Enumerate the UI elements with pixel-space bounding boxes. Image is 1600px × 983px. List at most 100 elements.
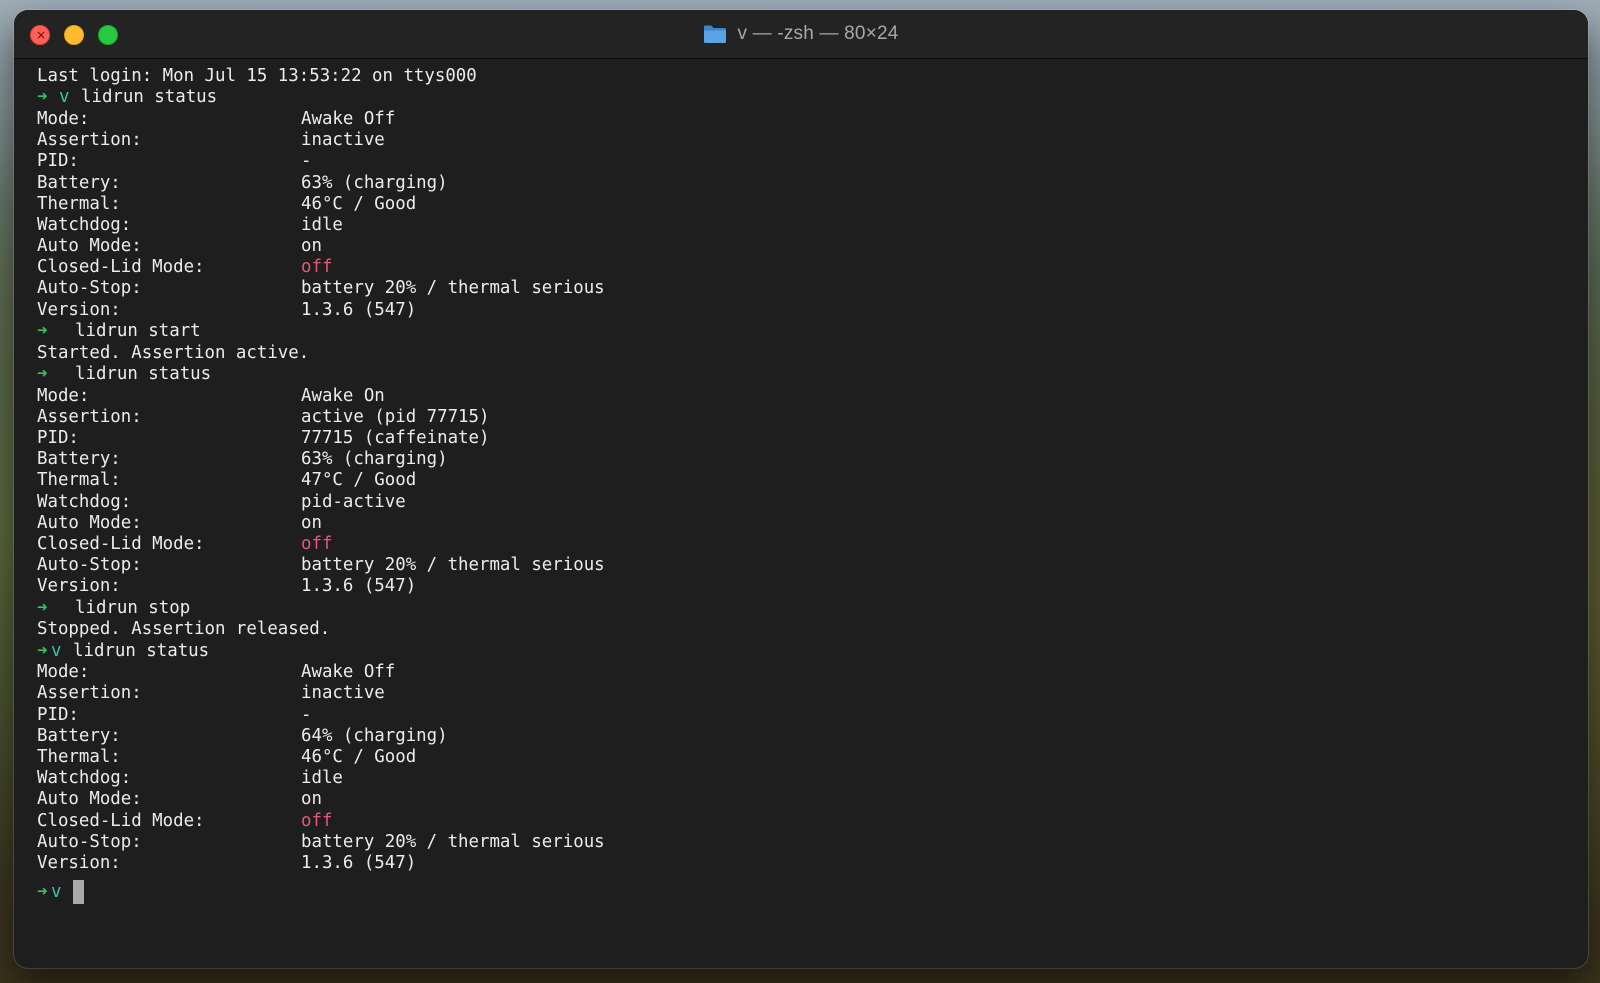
status-label: Watchdog:: [37, 491, 132, 512]
status-value: 47°C / Good: [301, 470, 417, 491]
status-value: off: [301, 533, 333, 554]
status-value: -: [301, 704, 312, 725]
status-row: Auto Mode: on: [37, 513, 1568, 534]
status-label: Mode:: [37, 385, 90, 406]
prompt-arrow-icon: ➜: [37, 640, 48, 661]
status-row: Assertion: inactive: [37, 683, 1568, 704]
command-line: ➜ lidrun stop: [37, 598, 1568, 620]
status-value: battery 20% / thermal serious: [301, 278, 605, 299]
status-row: Mode: Awake On: [37, 386, 1568, 407]
status-value: 46°C / Good: [301, 193, 417, 214]
status-value: off: [301, 810, 333, 831]
active-prompt-line[interactable]: ➜ v: [37, 880, 1568, 905]
status-row: Thermal: 47°C / Good: [37, 470, 1568, 491]
status-value: inactive: [301, 683, 385, 704]
status-value: 46°C / Good: [301, 747, 417, 768]
window-title: v — -zsh — 80×24: [737, 23, 899, 44]
status-label: Auto-Stop:: [37, 555, 142, 576]
status-label: Version:: [37, 299, 121, 320]
command-line: ➜ v lidrun status: [37, 87, 1568, 109]
prompt-directory: v: [59, 87, 70, 108]
status-label: Thermal:: [37, 470, 121, 491]
status-value: on: [301, 236, 322, 257]
last-login-line: Last login: Mon Jul 15 13:53:22 on ttys0…: [37, 66, 477, 86]
status-label: Closed-Lid Mode:: [37, 533, 205, 554]
command-text: lidrun status: [73, 640, 210, 661]
command-line: ➜ lidrun status: [37, 364, 1568, 386]
status-value: -: [301, 151, 312, 172]
status-label: PID:: [37, 428, 79, 449]
status-label: Assertion:: [37, 130, 142, 151]
status-label: Battery:: [37, 449, 121, 470]
status-value: off: [301, 257, 333, 278]
terminal-window[interactable]: × v — -zsh — 80×24 Last login: Mon Jul 1…: [14, 10, 1588, 968]
command-text: lidrun status: [75, 363, 212, 384]
status-row: Thermal: 46°C / Good: [37, 747, 1568, 768]
status-label: Mode:: [37, 108, 90, 129]
status-row: PID: -: [37, 705, 1568, 726]
window-title-group: v — -zsh — 80×24: [14, 10, 1588, 58]
status-row: Auto Mode: on: [37, 236, 1568, 257]
status-label: Battery:: [37, 725, 121, 746]
status-label: Auto Mode:: [37, 789, 142, 810]
status-row: PID: -: [37, 151, 1568, 172]
status-row: PID: 77715 (caffeinate): [37, 428, 1568, 449]
status-row: Version: 1.3.6 (547): [37, 300, 1568, 321]
status-row: Auto Mode: on: [37, 789, 1568, 810]
status-row: Version: 1.3.6 (547): [37, 853, 1568, 874]
status-label: Battery:: [37, 172, 121, 193]
terminal-output[interactable]: Last login: Mon Jul 15 13:53:22 on ttys0…: [37, 66, 1568, 948]
status-value: Awake Off: [301, 662, 396, 683]
status-row: Mode: Awake Off: [37, 662, 1568, 683]
status-label: Assertion:: [37, 406, 142, 427]
status-row: Battery: 64% (charging): [37, 726, 1568, 747]
status-row: Version: 1.3.6 (547): [37, 576, 1568, 597]
prompt-arrow-icon: ➜: [37, 363, 48, 384]
prompt-arrow-icon: ➜: [37, 320, 48, 341]
status-row: Thermal: 46°C / Good: [37, 194, 1568, 215]
prompt-directory: v: [51, 640, 62, 661]
prompt-arrow-icon: ➜: [37, 597, 48, 618]
status-label: Assertion:: [37, 683, 142, 704]
status-label: Closed-Lid Mode:: [37, 257, 205, 278]
command-output: Stopped. Assertion released.: [37, 619, 331, 640]
prompt-directory: v: [51, 882, 62, 903]
status-value: on: [301, 512, 322, 533]
status-row: Watchdog: idle: [37, 215, 1568, 236]
prompt-arrow-icon: ➜: [37, 87, 48, 108]
status-row: Battery: 63% (charging): [37, 449, 1568, 470]
text-cursor[interactable]: [73, 880, 84, 905]
status-label: PID:: [37, 704, 79, 725]
status-value: inactive: [301, 130, 385, 151]
command-text: lidrun stop: [75, 597, 191, 618]
status-row: Assertion: active (pid 77715): [37, 407, 1568, 428]
status-value: Awake Off: [301, 108, 396, 129]
status-row: Mode: Awake Off: [37, 109, 1568, 130]
status-row: Battery: 63% (charging): [37, 173, 1568, 194]
status-value: 63% (charging): [301, 449, 448, 470]
command-text: lidrun status: [81, 87, 218, 108]
status-value: active (pid 77715): [301, 406, 490, 427]
status-row: Closed-Lid Mode: off: [37, 534, 1568, 555]
status-label: Auto Mode:: [37, 236, 142, 257]
status-value: pid-active: [301, 491, 406, 512]
status-label: Version:: [37, 852, 121, 873]
status-value: 1.3.6 (547): [301, 576, 417, 597]
status-label: Auto-Stop:: [37, 831, 142, 852]
status-value: 63% (charging): [301, 172, 448, 193]
prompt-arrow-icon: ➜: [37, 882, 48, 903]
status-row: Auto-Stop: battery 20% / thermal serious: [37, 555, 1568, 576]
status-label: Auto-Stop:: [37, 278, 142, 299]
status-label: Thermal:: [37, 193, 121, 214]
status-row: Assertion: inactive: [37, 130, 1568, 151]
window-titlebar[interactable]: × v — -zsh — 80×24: [14, 10, 1588, 59]
status-row: Closed-Lid Mode: off: [37, 257, 1568, 278]
status-label: PID:: [37, 151, 79, 172]
status-value: idle: [301, 768, 343, 789]
status-label: Thermal:: [37, 747, 121, 768]
status-label: Mode:: [37, 662, 90, 683]
status-label: Watchdog:: [37, 768, 132, 789]
status-value: 77715 (caffeinate): [301, 428, 490, 449]
status-label: Auto Mode:: [37, 512, 142, 533]
status-row: Auto-Stop: battery 20% / thermal serious: [37, 832, 1568, 853]
